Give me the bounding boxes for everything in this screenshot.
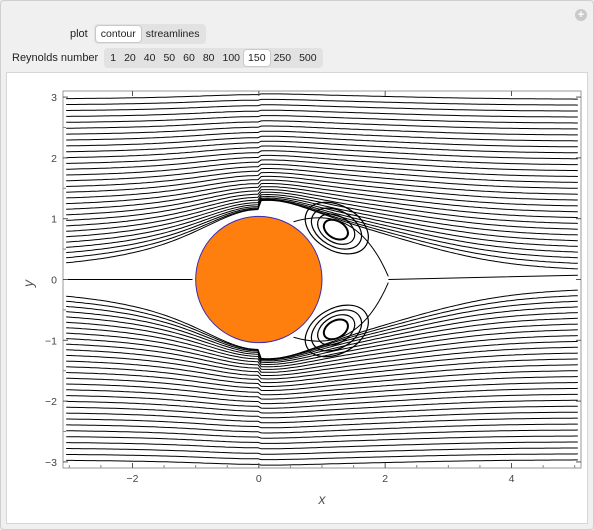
reynolds-option-150[interactable]: 150 [244,50,270,66]
x-tick-label: −2 [126,473,138,485]
x-axis-label: x [318,491,327,507]
contour-line [66,104,578,112]
reynolds-option-1[interactable]: 1 [106,50,120,66]
x-tick-label: 0 [256,473,262,485]
y-tick-label: 3 [51,92,57,104]
plot-selector: contour streamlines [93,24,207,44]
contour-line [66,441,578,450]
y-tick-label: −1 [45,335,57,347]
y-axis-label: y [20,279,36,288]
cylinder [195,215,323,344]
contour-line [66,145,578,160]
contour-line [66,93,578,100]
plot-label: plot [70,28,88,40]
reynolds-option-20[interactable]: 20 [120,50,140,66]
contour-line [66,163,578,183]
reynolds-option-80[interactable]: 80 [199,50,219,66]
reynolds-selector: 1 20 40 50 60 80 100 150 250 500 [104,48,323,68]
contour-line [66,109,578,118]
y-tick-label: 1 [51,214,57,226]
contour-line [66,98,578,106]
y-tick-label: 2 [51,153,57,165]
x-tick-label: 4 [509,473,515,485]
contour-line [66,405,578,419]
contour-line [66,459,578,466]
reynolds-label: Reynolds number [12,52,99,64]
plot-option-contour[interactable]: contour [95,26,141,42]
reynolds-option-250[interactable]: 250 [270,50,296,66]
contour-line [66,376,578,396]
y-tick-label: 0 [51,275,57,287]
reynolds-control: Reynolds number 1 20 40 50 60 80 100 150 250 500 [12,48,323,68]
y-tick-label: −3 [45,457,57,469]
plot-control: plot contour streamlines [70,24,207,44]
contour-line [66,447,578,455]
reynolds-option-50[interactable]: 50 [159,50,179,66]
reynolds-option-60[interactable]: 60 [179,50,199,66]
contour-line [66,453,578,461]
x-tick-label: 2 [382,473,388,485]
plus-icon[interactable]: + [575,9,587,21]
contour-line [66,399,578,414]
plot-panel: −2 0 2 4 −3 −2 −1 0 1 2 3 x y [6,72,588,524]
contour-plot: −2 0 2 4 −3 −2 −1 0 1 2 3 x y [20,90,582,507]
reynolds-option-100[interactable]: 100 [219,50,245,66]
y-tick-label: −2 [45,396,57,408]
reynolds-option-500[interactable]: 500 [295,50,321,66]
reynolds-option-40[interactable]: 40 [140,50,160,66]
plot-option-streamlines[interactable]: streamlines [141,26,205,42]
contour-line [66,140,578,154]
